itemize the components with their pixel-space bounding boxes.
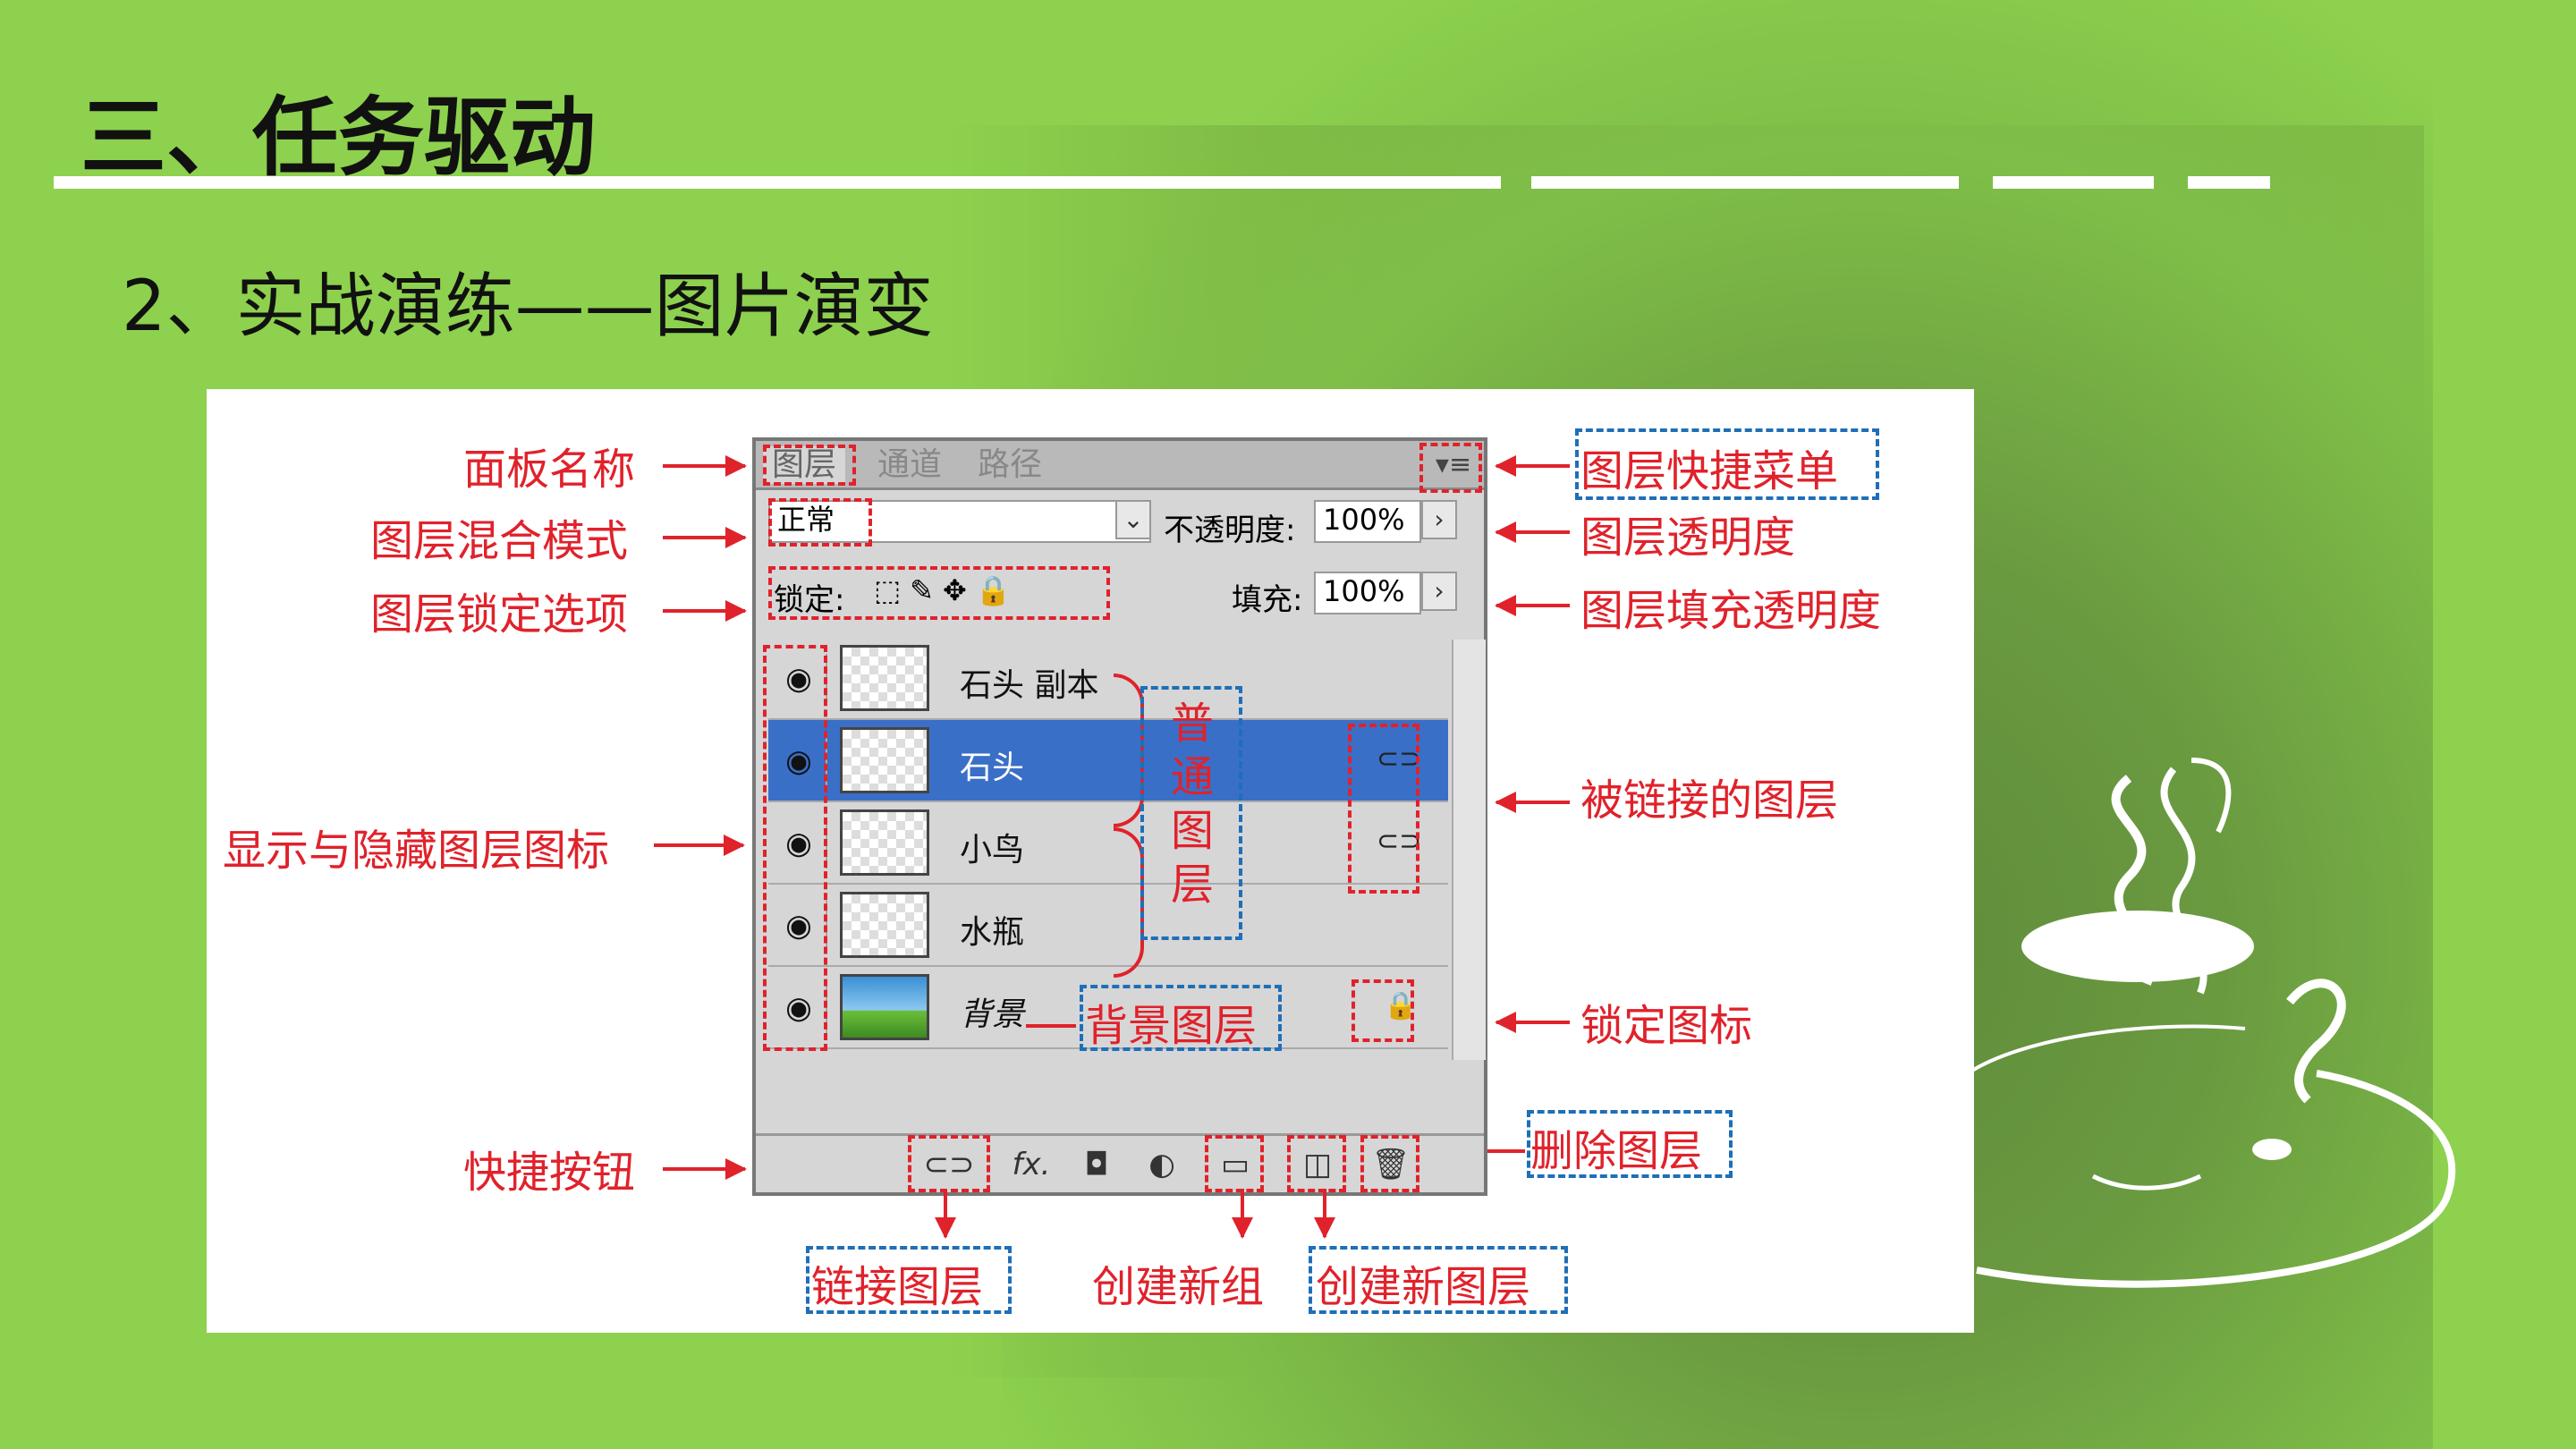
- layer-thumbnail: [840, 892, 929, 958]
- annotation-lock-icon: 锁定图标: [1580, 1001, 1753, 1051]
- annotation-new-group: 创建新组: [1092, 1262, 1265, 1312]
- layer-row[interactable]: ◉ 石头 副本: [768, 638, 1448, 720]
- layer-name: 小鸟: [960, 832, 1025, 869]
- heading-rule-segment: [1993, 176, 2154, 189]
- arrow-icon: [1495, 1012, 1570, 1033]
- arrow-icon: [663, 455, 747, 477]
- arrow-icon: [935, 1189, 956, 1239]
- opacity-label: 不透明度:: [1164, 513, 1296, 548]
- annotation-new-layer: 创建新图层: [1316, 1262, 1531, 1312]
- chevron-down-icon[interactable]: ⌄: [1115, 500, 1151, 539]
- tab-channels[interactable]: 通道: [869, 446, 951, 484]
- panel-tab-bar: 图层 通道 路径 ▾≡: [756, 441, 1484, 490]
- link-button-highlight: [908, 1135, 990, 1192]
- annotation-quick-menu: 图层快捷菜单: [1580, 446, 1839, 496]
- annotation-linked-layers: 被链接的图层: [1580, 775, 1839, 826]
- layer-row[interactable]: ◉ 小鸟 ⊂⊃: [768, 802, 1448, 885]
- eye-column-highlight: [763, 645, 827, 1051]
- layer-row[interactable]: ◉ 水瓶: [768, 885, 1448, 967]
- layer-thumbnail: [840, 974, 929, 1040]
- arrow-icon: [663, 527, 747, 548]
- layer-name: 水瓶: [960, 914, 1025, 951]
- lock-highlight: [1352, 979, 1414, 1042]
- annotation-link-layers: 链接图层: [811, 1262, 984, 1312]
- new-group-highlight: [1205, 1135, 1264, 1192]
- heading-rule: [54, 176, 1501, 189]
- layers-panel: 图层 通道 路径 ▾≡ 正常 ⌄ 不透明度: 100% › 锁定: ⬚✎✥🔒 填…: [752, 437, 1487, 1196]
- layer-name: 背景: [960, 996, 1025, 1033]
- arrow-icon: [1232, 1189, 1253, 1239]
- tab-paths[interactable]: 路径: [969, 446, 1051, 484]
- layer-thumbnail: [840, 645, 929, 711]
- coffee-cup-illustration: [1966, 758, 2456, 1288]
- connector-line: [1026, 1024, 1076, 1028]
- annotation-blend-mode: 图层混合模式: [370, 516, 629, 566]
- annotation-panel-name: 面板名称: [463, 445, 636, 495]
- arrow-icon: [654, 835, 745, 856]
- fx-button[interactable]: fx.: [1004, 1145, 1058, 1184]
- arrow-icon: [663, 1158, 747, 1180]
- opacity-slider-button[interactable]: ›: [1421, 500, 1457, 539]
- arrow-icon: [1495, 521, 1570, 543]
- layer-scrollbar[interactable]: [1452, 640, 1486, 1060]
- arrow-icon: [1495, 455, 1570, 477]
- layers-panel-figure: 面板名称 图层混合模式 图层锁定选项 显示与隐藏图层图标 快捷按钮 图层快捷菜单…: [207, 389, 1974, 1333]
- arrow-icon: [1495, 595, 1570, 616]
- brace-icon: [1114, 674, 1144, 827]
- annotation-fill-opacity: 图层填充透明度: [1580, 586, 1882, 636]
- arrow-icon: [1495, 792, 1570, 813]
- delete-button-highlight: [1360, 1135, 1419, 1192]
- heading-rule-segment: [2188, 176, 2270, 189]
- fill-label: 填充:: [1232, 582, 1303, 618]
- annotation-delete-layer: 删除图层: [1530, 1126, 1703, 1176]
- annotation-lock-options: 图层锁定选项: [370, 589, 629, 640]
- slide-subheading: 2、实战演练——图片演变: [122, 267, 934, 347]
- annotation-show-hide: 显示与隐藏图层图标: [223, 826, 610, 876]
- opacity-input[interactable]: 100%: [1314, 500, 1421, 543]
- arrow-icon: [663, 600, 747, 622]
- layer-thumbnail: [840, 809, 929, 876]
- mask-button[interactable]: ◘: [1074, 1145, 1119, 1184]
- fill-slider-button[interactable]: ›: [1421, 572, 1457, 611]
- heading-rule-segment: [1531, 176, 1959, 189]
- annotation-layer-opacity: 图层透明度: [1580, 513, 1796, 563]
- layer-thumbnail: [840, 727, 929, 793]
- annotation-quick-buttons: 快捷按钮: [463, 1148, 636, 1198]
- slide-heading: 三、任务驱动: [80, 88, 596, 188]
- new-layer-button-highlight: [1287, 1135, 1346, 1192]
- layer-name: 石头: [960, 750, 1025, 786]
- arrow-icon: [1314, 1189, 1335, 1239]
- blend-mode-highlight: [768, 498, 872, 547]
- panel-name-highlight: [763, 445, 856, 486]
- fill-input[interactable]: 100%: [1314, 572, 1421, 614]
- adjustment-button[interactable]: ◐: [1135, 1145, 1189, 1184]
- lock-label: 锁定:: [774, 582, 845, 618]
- menu-highlight: [1419, 443, 1482, 493]
- annotation-background-layer: 背景图层: [1085, 1001, 1258, 1051]
- brace-icon: [1114, 827, 1144, 978]
- annotation-normal-layers: 普通图层: [1170, 699, 1214, 910]
- lock-icons[interactable]: ⬚✎✥🔒: [874, 573, 1021, 607]
- linked-highlight: [1348, 724, 1419, 894]
- layer-row[interactable]: ◉ 石头 ⊂⊃: [768, 720, 1448, 802]
- layer-name: 石头 副本: [960, 667, 1099, 704]
